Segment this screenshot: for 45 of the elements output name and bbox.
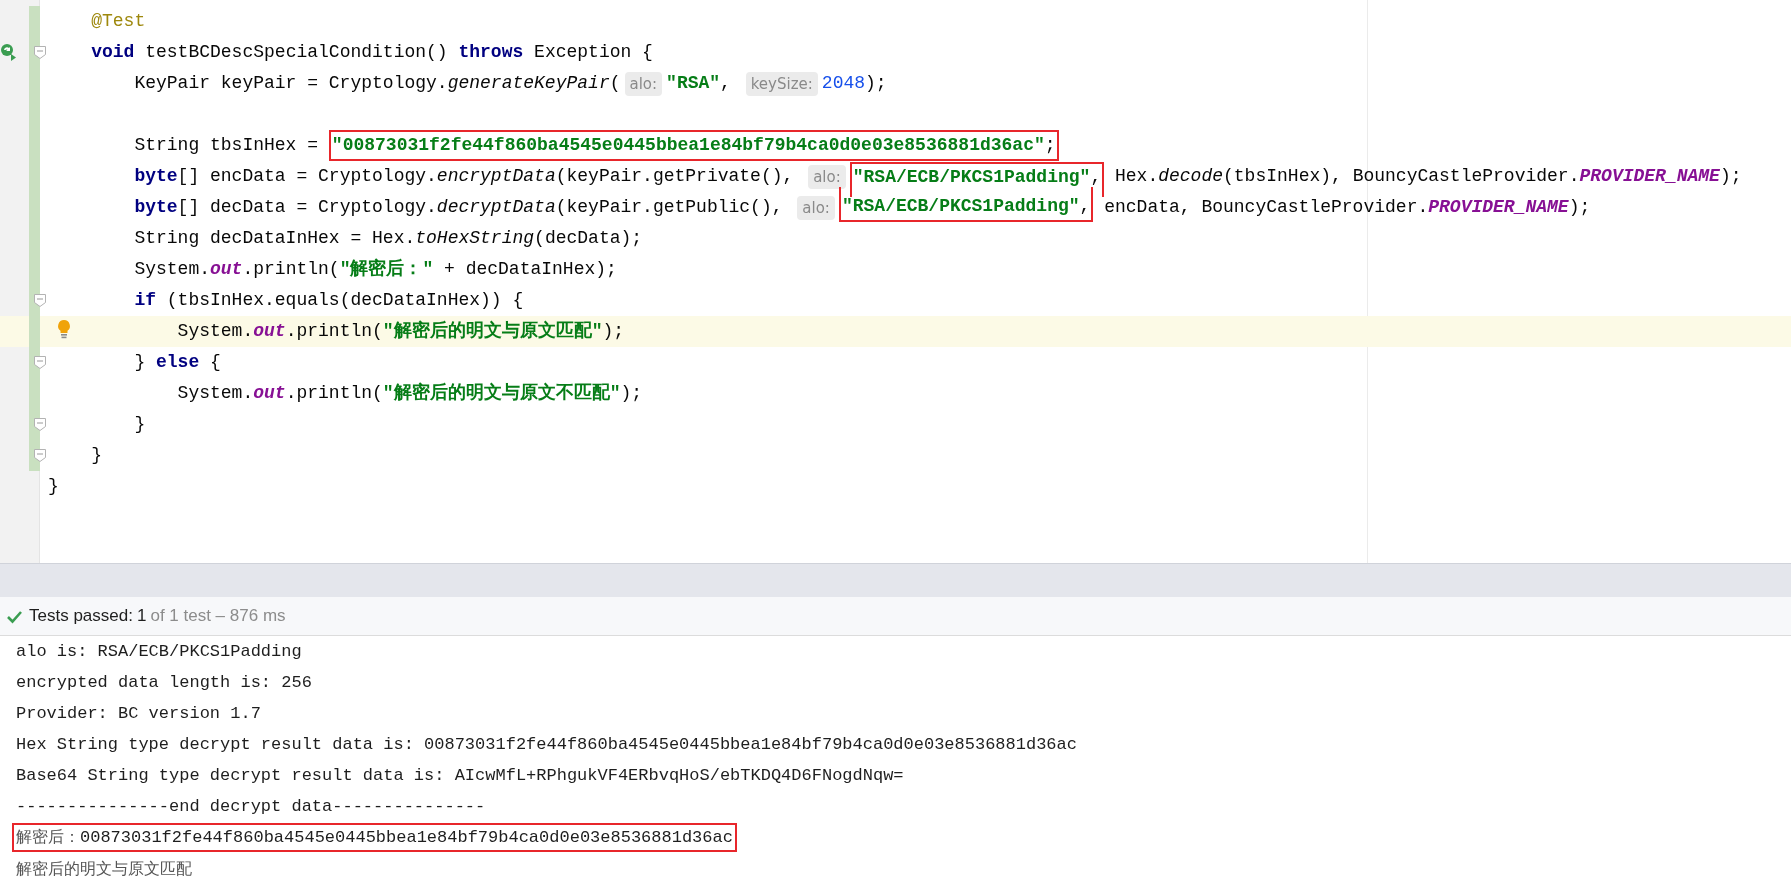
parameter-hint: keySize:: [745, 71, 818, 96]
parameter-hint: alo:: [797, 195, 835, 220]
fold-marker-icon[interactable]: [34, 418, 46, 431]
code-text: }: [48, 475, 59, 498]
fold-marker-icon[interactable]: [34, 294, 46, 307]
test-summary: of 1 test – 876 ms: [150, 605, 286, 628]
code-text: } else {: [134, 351, 221, 374]
code-text: "RSA",: [666, 72, 732, 95]
console-line: Base64 String type decrypt result data is: AIcwMfL+RPhgukVF4ERbvqHoS/ebTKDQ4D6FNogdNqw=: [16, 764, 904, 787]
parameter-hint: alo:: [808, 164, 846, 189]
code-text: }: [134, 413, 146, 436]
code-text: Hex.decode(tbsInHex), BouncyCastleProvider.PROVIDER_NAME);: [1114, 165, 1742, 188]
code-text: "00873031f2fe44f860ba4545e0445bbea1e84bf79b4ca0d0e03e8536881d36ac";: [331, 134, 1056, 157]
code-text: byte[] decData = Cryptology.decryptData(keyPair.getPublic(),: [134, 196, 784, 219]
code-text: System.out.println("解密后的明文与原文不匹配");: [177, 381, 643, 405]
code-text: if (tbsInHex.equals(decDataInHex)) {: [134, 289, 524, 312]
console-line: 解密后的明文与原文匹配: [16, 857, 192, 880]
code-text: "RSA/ECB/PKCS1Padding",: [841, 195, 1091, 218]
console-line: Hex String type decrypt result data is: 00873031f2fe44f860ba4545e0445bbea1e84bf79b4ca0d0e03e8536881d36ac: [16, 733, 1077, 756]
code-text: System.out.println("解密后：" + decDataInHex);: [134, 257, 617, 281]
code-text: byte[] encData = Cryptology.encryptData(keyPair.getPrivate(),: [134, 165, 795, 188]
fold-marker-icon[interactable]: [34, 356, 46, 369]
code-text: }: [91, 444, 102, 467]
console-line: Provider: BC version 1.7: [16, 702, 261, 725]
fold-marker-icon[interactable]: [34, 449, 46, 462]
test-count: 1: [136, 605, 147, 628]
code-text: String tbsInHex =: [134, 134, 320, 157]
panel-splitter[interactable]: [0, 563, 1791, 597]
console-line: encrypted data length is: 256: [16, 671, 312, 694]
test-status-label: Tests passed:: [29, 605, 133, 628]
code-text: encData, BouncyCastleProvider.PROVIDER_NAME);: [1103, 196, 1591, 219]
fold-marker-icon[interactable]: [34, 46, 46, 59]
parameter-hint: alo:: [624, 71, 663, 96]
lightbulb-icon[interactable]: [57, 319, 71, 339]
console-line: ---------------end decrypt data---------------: [16, 795, 486, 818]
code-text: 2048);: [821, 72, 887, 95]
code-text: String decDataInHex = Hex.toHexString(decData);: [134, 227, 643, 250]
console-line: alo is: RSA/ECB/PKCS1Padding: [16, 640, 302, 663]
code-text: @Test: [91, 10, 146, 33]
code-text: KeyPair keyPair = Cryptology.generateKeyPair(: [134, 72, 621, 95]
run-icon[interactable]: [0, 42, 17, 62]
code-text: "RSA/ECB/PKCS1Padding",: [852, 166, 1102, 189]
code-text: System.out.println("解密后的明文与原文匹配");: [177, 319, 625, 343]
code-text: void testBCDescSpecialCondition() throws Exception {: [91, 41, 653, 64]
console-line: 解密后：00873031f2fe44f860ba4545e0445bbea1e84bf79b4ca0d0e03e8536881d36ac: [16, 825, 733, 849]
